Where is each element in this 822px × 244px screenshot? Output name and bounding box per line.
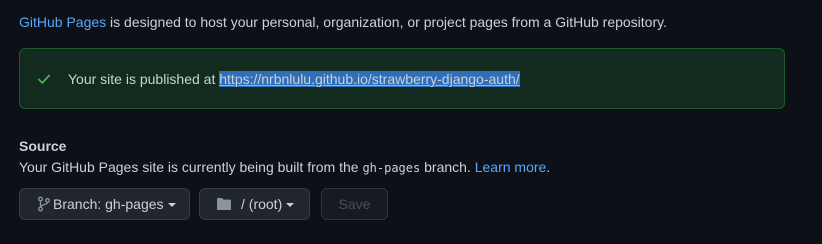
source-period: . xyxy=(546,159,551,175)
branch-code: gh-pages xyxy=(362,161,421,175)
published-flash: Your site is published at https://nrbnlu… xyxy=(19,48,785,109)
save-button[interactable]: Save xyxy=(321,188,388,220)
folder-icon xyxy=(217,198,231,210)
folder-select-button[interactable]: / (root) xyxy=(199,188,310,220)
folder-select-label: / (root) xyxy=(241,196,283,212)
chevron-down-icon xyxy=(286,202,295,207)
intro-text: is designed to host your personal, organ… xyxy=(106,14,667,30)
git-branch-icon xyxy=(38,196,50,212)
learn-more-link[interactable]: Learn more xyxy=(475,159,547,175)
site-url-link[interactable]: https://nrbnlulu.github.io/strawberry-dj… xyxy=(219,71,520,87)
source-heading: Source xyxy=(19,138,67,154)
github-pages-link[interactable]: GitHub Pages xyxy=(19,14,106,30)
pages-intro: GitHub Pages is designed to host your pe… xyxy=(19,13,667,31)
published-text: Your site is published at xyxy=(68,71,220,87)
source-desc-after: branch. xyxy=(420,159,475,175)
source-desc-before: Your GitHub Pages site is currently bein… xyxy=(19,159,363,175)
published-message: Your site is published at https://nrbnlu… xyxy=(68,70,520,88)
github-pages-settings: GitHub Pages is designed to host your pe… xyxy=(0,0,822,244)
chevron-down-icon xyxy=(167,202,176,207)
branch-select-label: Branch: gh-pages xyxy=(53,196,164,212)
check-icon xyxy=(37,74,51,84)
branch-select-button[interactable]: Branch: gh-pages xyxy=(19,188,190,220)
source-description: Your GitHub Pages site is currently bein… xyxy=(19,158,550,177)
